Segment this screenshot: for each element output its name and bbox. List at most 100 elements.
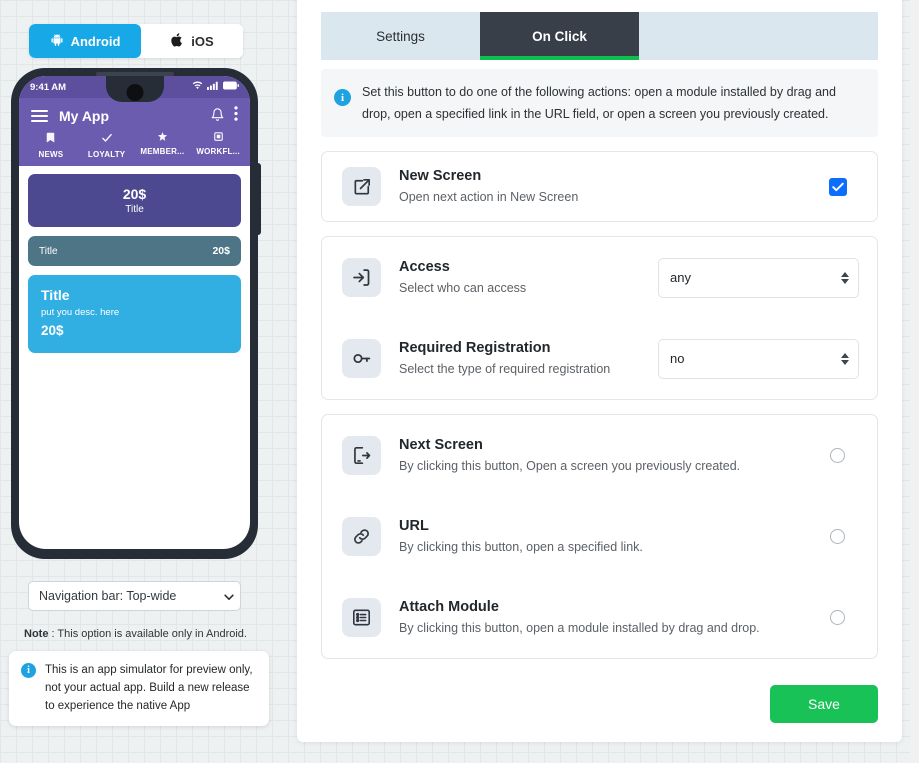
info-banner: i Set this button to do one of the follo… — [321, 69, 878, 137]
required-registration-subtitle: Select the type of required registration — [399, 362, 611, 376]
phone-tab-loyalty[interactable]: LOYALTY — [79, 132, 135, 159]
preview-card-title: Title — [39, 245, 58, 257]
signal-icon — [207, 81, 219, 93]
sign-in-icon — [342, 258, 381, 297]
phone-tab-label: WORKFL... — [196, 147, 240, 156]
preview-card-title: Title — [125, 203, 144, 215]
info-banner-text: Set this button to do one of the followi… — [362, 85, 836, 121]
bookmark-icon — [45, 132, 56, 147]
simulator-info-box: i This is an app simulator for preview o… — [9, 651, 269, 726]
phone-tab-news[interactable]: NEWS — [23, 132, 79, 159]
mobile-arrow-icon — [342, 436, 381, 475]
wifi-icon — [192, 81, 203, 93]
platform-toggle[interactable]: Android iOS — [29, 24, 243, 58]
simulator-column: Android iOS 9:41 AM My App NEWS LOYALTY … — [0, 0, 285, 763]
key-icon — [342, 339, 381, 378]
phone-frame: 9:41 AM My App NEWS LOYALTY MEMBER... WO… — [11, 68, 261, 559]
preview-card-price-top[interactable]: 20$ Title — [28, 174, 241, 227]
external-link-icon — [342, 167, 381, 206]
phone-notch — [105, 76, 164, 102]
platform-toggle-android-label: Android — [70, 33, 121, 49]
list-box-icon — [342, 598, 381, 637]
simulator-info-text: This is an app simulator for preview onl… — [45, 664, 253, 712]
new-screen-row[interactable]: New Screen Open next action in New Scree… — [322, 152, 877, 221]
access-select-wrap: any — [658, 257, 859, 298]
required-registration-select-wrap: no — [658, 338, 859, 379]
battery-icon — [223, 81, 239, 93]
preview-card-price: 20$ — [212, 245, 230, 257]
attach-module-title: Attach Module — [399, 599, 499, 615]
access-card: Access Select who can access any Require… — [321, 236, 878, 400]
preview-card-inline[interactable]: Title 20$ — [28, 236, 241, 266]
phone-tab-workflow[interactable]: WORKFL... — [190, 132, 246, 159]
platform-toggle-ios-label: iOS — [191, 33, 214, 49]
navigation-bar-select[interactable]: Navigation bar: Top-wide — [28, 581, 241, 611]
android-note-text: : This option is available only in Andro… — [48, 628, 247, 640]
platform-toggle-android[interactable]: Android — [29, 24, 141, 58]
url-radio[interactable] — [830, 529, 845, 544]
phone-tab-label: NEWS — [38, 150, 64, 159]
star-icon — [157, 132, 167, 144]
phone-screen: 9:41 AM My App NEWS LOYALTY MEMBER... WO… — [19, 76, 250, 549]
next-screen-title: Next Screen — [399, 437, 483, 453]
preview-card-title: Title — [41, 287, 70, 303]
phone-app-title: My App — [59, 108, 110, 124]
action-options-card: Next Screen By clicking this button, Ope… — [321, 414, 878, 659]
new-screen-card: New Screen Open next action in New Scree… — [321, 151, 878, 222]
required-registration-row: Required Registration Select the type of… — [322, 318, 877, 399]
attach-module-row[interactable]: Attach Module By clicking this button, o… — [322, 577, 877, 658]
next-screen-subtitle: By clicking this button, Open a screen y… — [399, 459, 741, 473]
access-subtitle: Select who can access — [399, 281, 527, 295]
new-screen-title: New Screen — [399, 168, 482, 184]
next-screen-radio[interactable] — [830, 448, 845, 463]
preview-card-desc: put you desc. here — [41, 307, 120, 318]
preview-card-detailed[interactable]: Title put you desc. here 20$ — [28, 275, 241, 353]
preview-card-price: 20$ — [122, 185, 147, 202]
required-registration-title: Required Registration — [399, 340, 551, 356]
attach-module-radio[interactable] — [830, 610, 845, 625]
url-row[interactable]: URL By clicking this button, open a spec… — [322, 496, 877, 577]
preview-card-price: 20$ — [41, 323, 64, 338]
hamburger-menu-icon[interactable] — [31, 110, 48, 122]
phone-nav-tabs: NEWS LOYALTY MEMBER... WORKFL... — [19, 128, 250, 166]
square-icon — [213, 132, 223, 144]
phone-tab-label: LOYALTY — [87, 150, 126, 159]
phone-side-button — [257, 163, 261, 235]
tab-settings[interactable]: Settings — [321, 12, 480, 60]
new-screen-checkbox[interactable] — [829, 177, 847, 196]
info-icon: i — [21, 663, 36, 678]
check-icon — [101, 132, 113, 147]
status-time: 9:41 AM — [30, 81, 67, 93]
panel-tabs: Settings On Click — [321, 12, 878, 60]
info-icon: i — [334, 89, 351, 106]
access-select[interactable]: any — [658, 257, 859, 298]
phone-content: 20$ Title Title 20$ Title put you desc. … — [19, 166, 250, 370]
access-title: Access — [399, 259, 450, 275]
android-note-label: Note — [24, 628, 49, 640]
page-scrollbar[interactable] — [910, 0, 919, 763]
attach-module-subtitle: By clicking this button, open a module i… — [399, 621, 760, 635]
new-screen-subtitle: Open next action in New Screen — [399, 190, 579, 204]
bell-icon[interactable] — [211, 107, 224, 126]
url-title: URL — [399, 518, 429, 534]
apple-icon — [170, 32, 184, 51]
phone-camera — [126, 84, 143, 101]
next-screen-row[interactable]: Next Screen By clicking this button, Ope… — [322, 415, 877, 496]
tab-on-click-label: On Click — [532, 28, 587, 44]
save-button[interactable]: Save — [770, 685, 878, 723]
required-registration-select[interactable]: no — [658, 338, 859, 379]
app-root: Android iOS 9:41 AM My App NEWS LOYALTY … — [0, 0, 919, 763]
more-vertical-icon[interactable] — [234, 106, 238, 126]
phone-tab-label: MEMBER... — [140, 147, 185, 156]
access-row: Access Select who can access any — [322, 237, 877, 318]
link-icon — [342, 517, 381, 556]
save-row: Save — [321, 685, 878, 723]
url-subtitle: By clicking this button, open a specifie… — [399, 540, 643, 554]
android-icon — [50, 33, 64, 50]
platform-toggle-ios[interactable]: iOS — [141, 24, 243, 58]
phone-app-bar: My App — [19, 98, 250, 128]
phone-tab-members[interactable]: MEMBER... — [135, 132, 191, 159]
tab-on-click[interactable]: On Click — [480, 12, 639, 60]
settings-panel: Settings On Click i Set this button to d… — [297, 0, 902, 742]
android-note: Note : This option is available only in … — [24, 627, 274, 642]
